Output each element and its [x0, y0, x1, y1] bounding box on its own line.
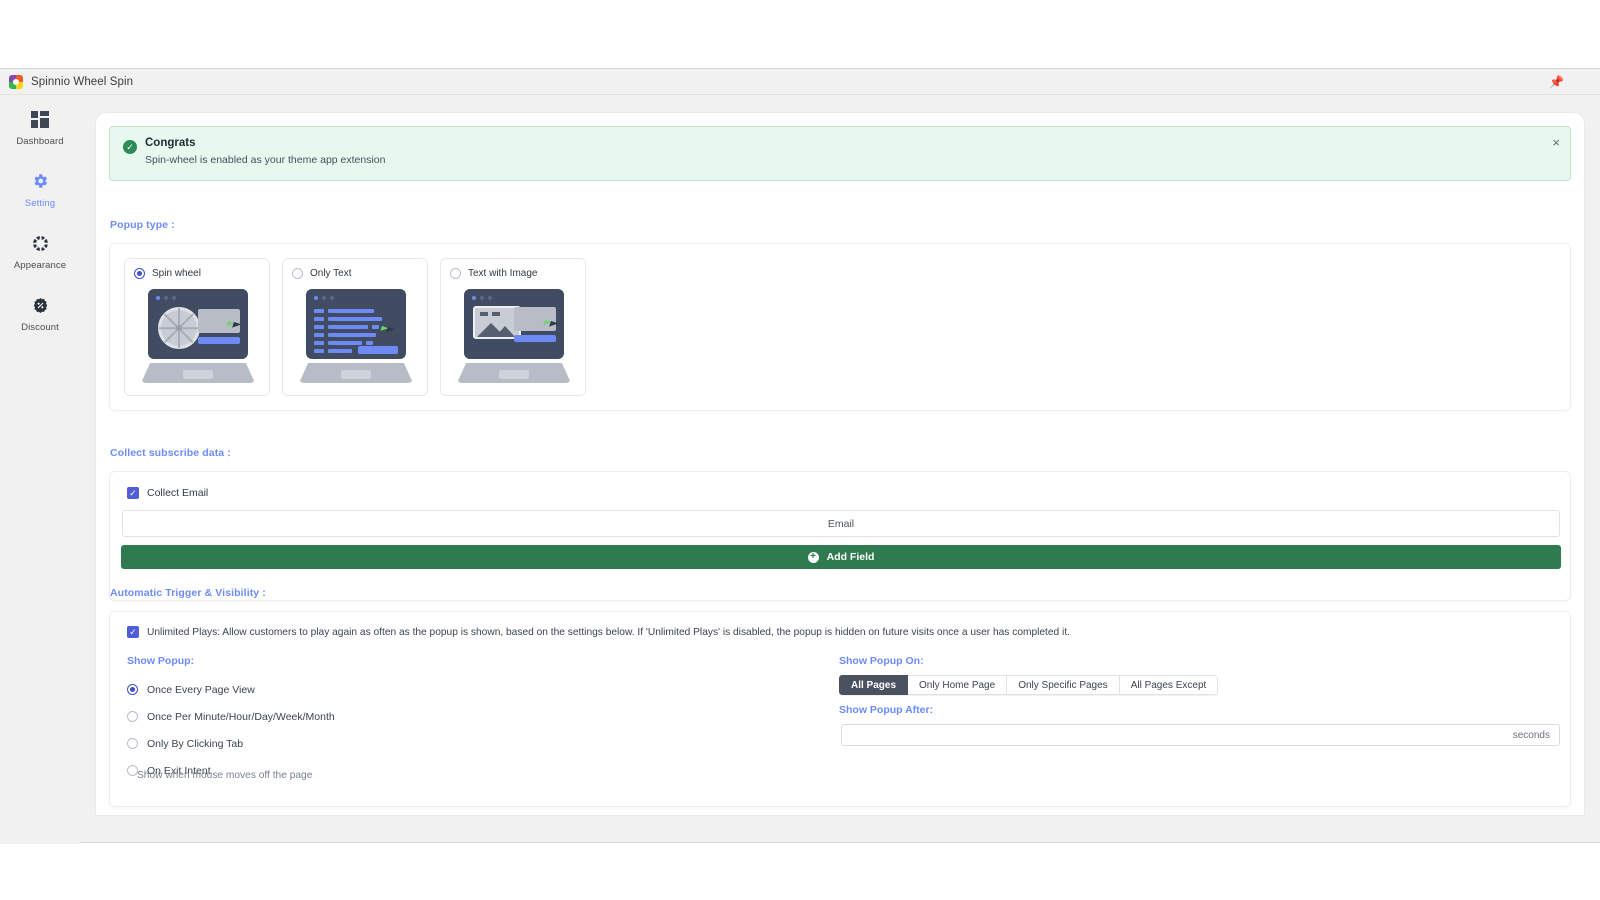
collect-subscribe-container: ✓ Collect Email Email + Add Field: [109, 471, 1571, 601]
main-panel: ✓ Congrats Spin-wheel is enabled as your…: [80, 95, 1600, 844]
check-circle-icon: ✓: [123, 140, 137, 154]
show-popup-on-segmented-control: All Pages Only Home Page Only Specific P…: [839, 675, 1219, 695]
spin-wheel-logo-icon: [9, 74, 23, 89]
collect-email-label: Collect Email: [147, 487, 209, 499]
popup-type-option-row[interactable]: Spin wheel: [134, 268, 201, 279]
sidebar-item-discount[interactable]: Discount: [0, 281, 80, 343]
radio-option-once-every-page-view[interactable]: Once Every Page View: [127, 676, 335, 703]
radio-option-label: Once Every Page View: [147, 683, 255, 696]
radio-only-by-clicking-tab[interactable]: [127, 738, 138, 749]
unlimited-plays-label: Unlimited Plays: Allow customers to play…: [147, 626, 1070, 638]
seconds-suffix: seconds: [1512, 729, 1550, 741]
email-field[interactable]: Email: [122, 510, 1560, 537]
popup-type-card-text-with-image[interactable]: Text with Image: [440, 258, 586, 396]
automatic-trigger-container: ✓ Unlimited Plays: Allow customers to pl…: [109, 611, 1571, 807]
laptop-only-text-illustration: [299, 289, 413, 385]
radio-option-label: Once Per Minute/Hour/Day/Week/Month: [147, 710, 335, 723]
grid-icon: [31, 109, 49, 129]
add-field-label: Add Field: [826, 551, 875, 563]
success-banner: ✓ Congrats Spin-wheel is enabled as your…: [109, 126, 1571, 181]
popup-type-container: Spin wheel Only Text Text with Image: [109, 243, 1571, 411]
collect-email-row[interactable]: ✓ Collect Email: [127, 487, 208, 499]
popup-type-option-row[interactable]: Text with Image: [450, 268, 537, 279]
settings-panel-card: ✓ Congrats Spin-wheel is enabled as your…: [96, 113, 1584, 815]
sidebar-item-label: Dashboard: [16, 136, 64, 147]
banner-message: Spin-wheel is enabled as your theme app …: [145, 154, 386, 166]
unlimited-plays-row[interactable]: ✓ Unlimited Plays: Allow customers to pl…: [127, 626, 1070, 638]
titlebar: Spinnio Wheel Spin 📌: [0, 69, 1600, 95]
show-popup-label: Show Popup:: [127, 655, 195, 667]
sidebar-item-appearance[interactable]: Appearance: [0, 219, 80, 281]
radio-once-every-page-view[interactable]: [127, 684, 138, 695]
sidebar-item-label: Discount: [21, 322, 59, 333]
show-popup-on-label: Show Popup On:: [839, 655, 924, 667]
app-title: Spinnio Wheel Spin: [31, 75, 134, 88]
plus-circle-icon: +: [807, 551, 819, 563]
segment-only-home-page[interactable]: Only Home Page: [908, 675, 1008, 695]
collect-subscribe-heading: Collect subscribe data :: [110, 447, 231, 459]
sidebar-item-setting[interactable]: Setting: [0, 157, 80, 219]
sun-burst-icon: [31, 233, 49, 253]
banner-title: Congrats: [145, 137, 196, 149]
add-field-button[interactable]: + Add Field: [121, 545, 1561, 569]
laptop-text-image-illustration: [457, 289, 571, 385]
segment-only-specific-pages[interactable]: Only Specific Pages: [1007, 675, 1120, 695]
popup-type-label: Text with Image: [468, 268, 538, 279]
radio-only-text[interactable]: [292, 268, 303, 279]
radio-option-once-per-period[interactable]: Once Per Minute/Hour/Day/Week/Month: [127, 703, 335, 730]
close-icon[interactable]: ×: [1552, 136, 1560, 149]
discount-tag-icon: [32, 295, 49, 315]
gear-icon: [31, 171, 49, 191]
popup-type-card-spin-wheel[interactable]: Spin wheel: [124, 258, 270, 396]
sidebar-item-label: Setting: [24, 198, 56, 209]
popup-type-label: Spin wheel: [152, 268, 201, 279]
app-window: Spinnio Wheel Spin 📌 Dashboard Setting A…: [0, 68, 1600, 844]
show-popup-after-label: Show Popup After:: [839, 704, 934, 716]
radio-option-only-by-clicking-tab[interactable]: Only By Clicking Tab: [127, 730, 335, 757]
pin-icon[interactable]: 📌: [1549, 75, 1564, 89]
segment-all-pages[interactable]: All Pages: [839, 675, 909, 695]
radio-option-label: Only By Clicking Tab: [147, 737, 244, 750]
exit-intent-hint: Show when mouse moves off the page: [137, 770, 313, 781]
show-popup-after-input[interactable]: seconds: [841, 724, 1560, 746]
automatic-trigger-heading: Automatic Trigger & Visibility :: [110, 587, 266, 599]
collect-email-checkbox[interactable]: ✓: [127, 487, 139, 499]
radio-once-per-period[interactable]: [127, 711, 138, 722]
sidebar: Dashboard Setting Appearance Discount: [0, 95, 80, 844]
sidebar-item-dashboard[interactable]: Dashboard: [0, 95, 80, 157]
radio-spin-wheel[interactable]: [134, 268, 145, 279]
popup-type-option-row[interactable]: Only Text: [292, 268, 352, 279]
laptop-spin-wheel-illustration: [141, 289, 255, 385]
popup-type-card-only-text[interactable]: Only Text: [282, 258, 428, 396]
popup-type-label: Only Text: [310, 268, 352, 279]
radio-text-with-image[interactable]: [450, 268, 461, 279]
popup-type-heading: Popup type :: [110, 219, 175, 231]
sidebar-item-label: Appearance: [13, 260, 67, 271]
unlimited-plays-checkbox[interactable]: ✓: [127, 626, 139, 638]
segment-all-pages-except[interactable]: All Pages Except: [1119, 675, 1219, 695]
show-popup-radio-group: Once Every Page View Once Per Minute/Hou…: [127, 676, 335, 784]
